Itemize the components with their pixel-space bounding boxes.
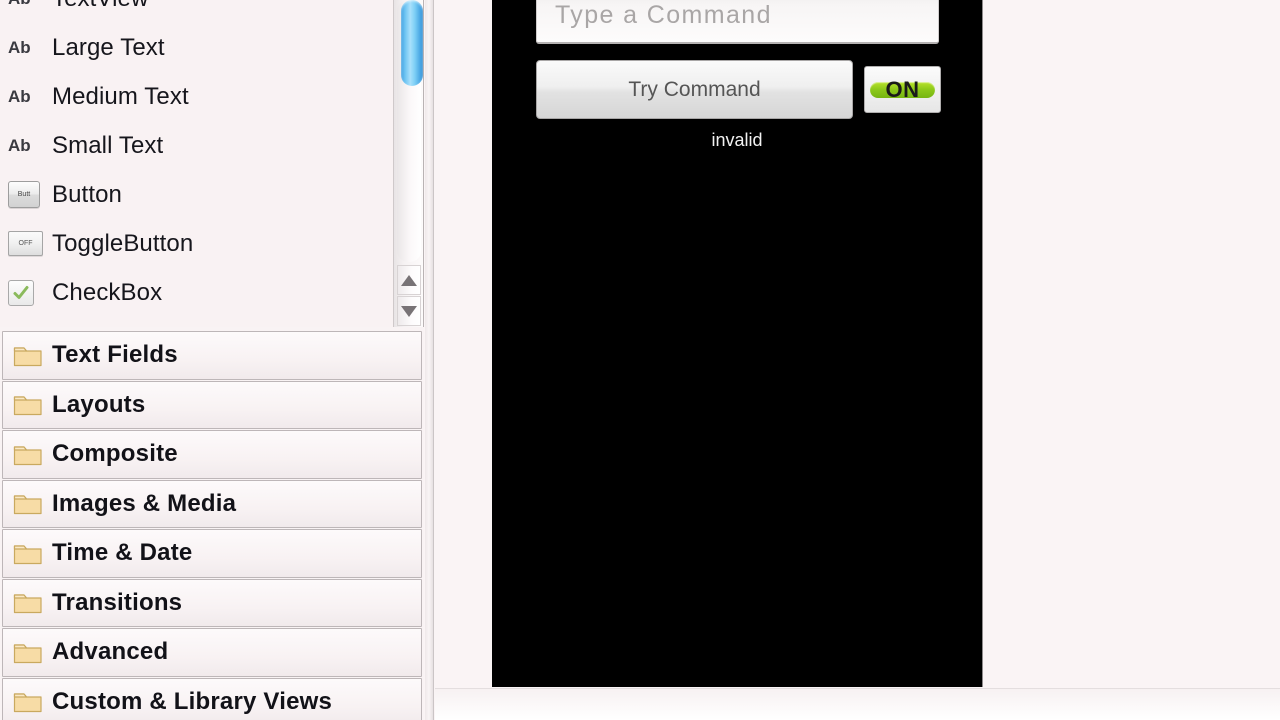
palette-item-label: Large Text: [52, 33, 165, 61]
panel-splitter[interactable]: [425, 0, 434, 720]
toggle-button-widget-icon: OFF: [8, 231, 44, 256]
palette-category-list: Text Fields Layouts Composite Images & M…: [0, 331, 424, 720]
palette-category-label: Custom & Library Views: [52, 687, 333, 715]
palette-category-label: Layouts: [52, 390, 146, 418]
palette-category-label: Transitions: [52, 588, 183, 616]
preview-button-row: Try Command ON: [536, 60, 941, 120]
android-device-preview[interactable]: Try Command ON invalid: [492, 0, 983, 687]
scrollbar-up-button[interactable]: [397, 265, 421, 295]
text-ab-icon: Ab: [8, 136, 31, 155]
command-input[interactable]: [536, 0, 939, 44]
status-text: invalid: [711, 130, 763, 150]
text-ab-icon: Ab: [8, 87, 31, 106]
palette-category-label: Advanced: [52, 638, 169, 666]
palette-scrollbar[interactable]: [393, 0, 423, 327]
palette-category-time-date[interactable]: Time & Date: [2, 529, 422, 578]
button-widget-icon: Butt: [8, 181, 44, 208]
folder-icon: [13, 640, 43, 665]
palette-item-checkbox[interactable]: CheckBox: [0, 268, 423, 317]
text-ab-icon: Ab: [8, 38, 31, 57]
scrollbar-down-button[interactable]: [397, 296, 421, 326]
folder-icon: [13, 541, 43, 566]
try-command-button[interactable]: Try Command: [536, 60, 853, 119]
palette-item-large-text[interactable]: Ab Large Text: [0, 23, 423, 72]
palette-item-textview[interactable]: Ab TextView: [0, 0, 423, 23]
scrollbar-track[interactable]: [397, 0, 423, 262]
palette-item-togglebutton[interactable]: OFF ToggleButton: [0, 219, 423, 268]
palette-category-label: Images & Media: [52, 489, 237, 517]
checkmark-icon: [8, 279, 34, 306]
palette-item-label: ToggleButton: [52, 229, 194, 257]
toggle-button-widget-icon-glyph: OFF: [8, 231, 43, 256]
palette-item-label: TextView: [44, 0, 148, 13]
folder-icon: [13, 343, 43, 368]
palette-item-label: CheckBox: [52, 278, 163, 306]
folder-icon: [13, 392, 43, 417]
palette-category-transitions[interactable]: Transitions: [2, 578, 422, 627]
palette-category-advanced[interactable]: Advanced: [2, 628, 422, 677]
palette-category-custom-library-views[interactable]: Custom & Library Views: [2, 677, 422, 720]
folder-icon: [13, 590, 43, 615]
palette-widget-list[interactable]: Ab TextView Ab Large Text Ab Medium Text…: [0, 0, 424, 327]
palette-category-layouts[interactable]: Layouts: [2, 380, 422, 429]
palette-panel: Ab TextView Ab Large Text Ab Medium Text…: [0, 0, 424, 720]
toggle-button-label: ON: [885, 76, 920, 102]
folder-icon: [13, 491, 43, 516]
triangle-up-icon: [401, 274, 417, 286]
toggle-button[interactable]: ON: [864, 66, 941, 113]
checkbox-widget-icon: [8, 279, 44, 306]
text-ab-icon: Ab: [8, 0, 44, 7]
palette-category-label: Composite: [52, 440, 178, 468]
layout-editor-window: Ab TextView Ab Large Text Ab Medium Text…: [0, 0, 1280, 720]
folder-icon: [13, 689, 43, 714]
canvas-bottom-area: [435, 689, 1280, 720]
palette-item-button[interactable]: Butt Button: [0, 170, 423, 219]
palette-item-medium-text[interactable]: Ab Medium Text: [0, 72, 423, 121]
palette-item-label: Button: [52, 180, 122, 208]
palette-item-label: Medium Text: [52, 82, 189, 110]
palette-category-images-media[interactable]: Images & Media: [2, 479, 422, 528]
palette-item-label: Small Text: [52, 131, 164, 159]
palette-category-text-fields[interactable]: Text Fields: [2, 331, 422, 380]
palette-item-small-text[interactable]: Ab Small Text: [0, 121, 423, 170]
palette-category-label: Time & Date: [52, 539, 193, 567]
editor-canvas: Try Command ON invalid: [435, 0, 1280, 720]
button-widget-icon-glyph: Butt: [8, 181, 40, 208]
palette-category-composite[interactable]: Composite: [2, 430, 422, 479]
scrollbar-thumb[interactable]: [401, 0, 423, 86]
triangle-down-icon: [401, 305, 417, 317]
palette-category-label: Text Fields: [52, 341, 178, 369]
folder-icon: [13, 442, 43, 467]
try-command-button-label: Try Command: [628, 77, 761, 101]
